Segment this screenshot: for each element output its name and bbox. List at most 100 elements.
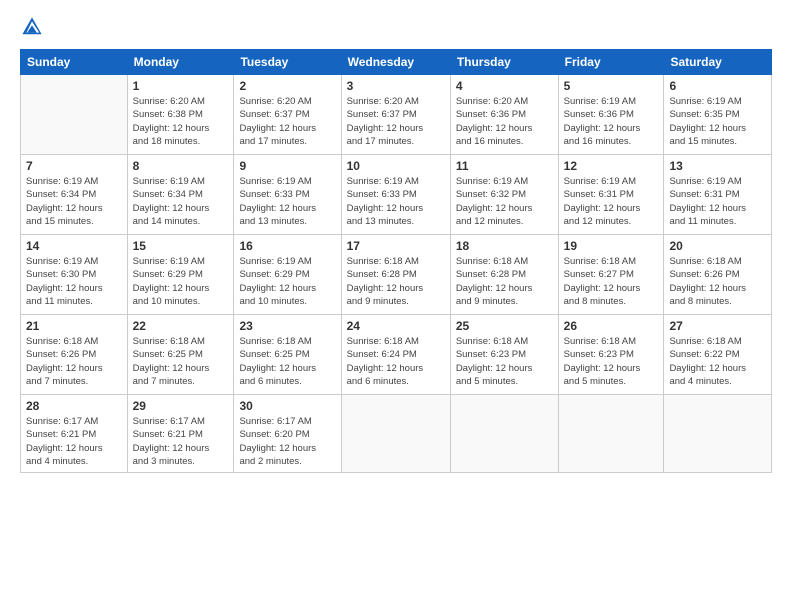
calendar-cell: 21Sunrise: 6:18 AM Sunset: 6:26 PM Dayli…: [21, 315, 128, 395]
calendar-week-row: 28 Sunrise: 6:17 AM Sunset: 6:21 PM Dayli…: [21, 395, 772, 473]
calendar-week-row: 21Sunrise: 6:18 AM Sunset: 6:26 PM Dayli…: [21, 315, 772, 395]
day-number: 28: [26, 399, 122, 413]
calendar-cell: 29 Sunrise: 6:17 AM Sunset: 6:21 PM Dayli…: [127, 395, 234, 473]
day-number: 1: [133, 79, 229, 93]
day-number: 12: [564, 159, 659, 173]
calendar-cell: 14 Sunrise: 6:19 AM Sunset: 6:30 PM Dayli…: [21, 235, 128, 315]
calendar-cell: 22 Sunrise: 6:18 AM Sunset: 6:25 PM Dayli…: [127, 315, 234, 395]
calendar-cell: [341, 395, 450, 473]
day-info: Sunrise: 6:19 AM Sunset: 6:32 PM Dayligh…: [456, 175, 553, 228]
day-number: 25: [456, 319, 553, 333]
calendar-cell: [21, 75, 128, 155]
calendar-cell: 7 Sunrise: 6:19 AM Sunset: 6:34 PM Daylig…: [21, 155, 128, 235]
calendar-cell: 17 Sunrise: 6:18 AM Sunset: 6:28 PM Dayli…: [341, 235, 450, 315]
calendar-week-row: 7 Sunrise: 6:19 AM Sunset: 6:34 PM Daylig…: [21, 155, 772, 235]
day-number: 17: [347, 239, 445, 253]
calendar-cell: 24Sunrise: 6:18 AM Sunset: 6:24 PM Dayli…: [341, 315, 450, 395]
day-number: 2: [239, 79, 335, 93]
calendar-cell: [664, 395, 772, 473]
day-info: Sunrise: 6:18 AM Sunset: 6:22 PM Dayligh…: [669, 335, 766, 388]
day-info: Sunrise: 6:19 AM Sunset: 6:31 PM Dayligh…: [669, 175, 766, 228]
day-number: 8: [133, 159, 229, 173]
calendar-cell: 18 Sunrise: 6:18 AM Sunset: 6:28 PM Dayli…: [450, 235, 558, 315]
day-info: Sunrise: 6:19 AM Sunset: 6:29 PM Dayligh…: [239, 255, 335, 308]
calendar-cell: 26 Sunrise: 6:18 AM Sunset: 6:23 PM Dayli…: [558, 315, 664, 395]
day-number: 18: [456, 239, 553, 253]
day-info: Sunrise: 6:20 AM Sunset: 6:36 PM Dayligh…: [456, 95, 553, 148]
day-number: 4: [456, 79, 553, 93]
day-number: 13: [669, 159, 766, 173]
day-info: Sunrise: 6:19 AM Sunset: 6:31 PM Dayligh…: [564, 175, 659, 228]
calendar-cell: 16 Sunrise: 6:19 AM Sunset: 6:29 PM Dayli…: [234, 235, 341, 315]
calendar-cell: 5 Sunrise: 6:19 AM Sunset: 6:36 PM Daylig…: [558, 75, 664, 155]
day-info: Sunrise: 6:17 AM Sunset: 6:20 PM Dayligh…: [239, 415, 335, 468]
calendar-cell: 27 Sunrise: 6:18 AM Sunset: 6:22 PM Dayli…: [664, 315, 772, 395]
calendar-cell: 30Sunrise: 6:17 AM Sunset: 6:20 PM Dayli…: [234, 395, 341, 473]
calendar-cell: 4 Sunrise: 6:20 AM Sunset: 6:36 PM Daylig…: [450, 75, 558, 155]
day-info: Sunrise: 6:18 AM Sunset: 6:24 PM Dayligh…: [347, 335, 445, 388]
day-number: 20: [669, 239, 766, 253]
day-number: 5: [564, 79, 659, 93]
calendar-week-row: 14 Sunrise: 6:19 AM Sunset: 6:30 PM Dayli…: [21, 235, 772, 315]
calendar-header-sunday: Sunday: [21, 50, 128, 75]
calendar-header-tuesday: Tuesday: [234, 50, 341, 75]
day-number: 14: [26, 239, 122, 253]
calendar-table: SundayMondayTuesdayWednesdayThursdayFrid…: [20, 49, 772, 473]
calendar-cell: [450, 395, 558, 473]
day-number: 7: [26, 159, 122, 173]
day-info: Sunrise: 6:17 AM Sunset: 6:21 PM Dayligh…: [133, 415, 229, 468]
day-info: Sunrise: 6:19 AM Sunset: 6:33 PM Dayligh…: [239, 175, 335, 228]
calendar-page: SundayMondayTuesdayWednesdayThursdayFrid…: [0, 0, 792, 612]
day-number: 21: [26, 319, 122, 333]
day-number: 16: [239, 239, 335, 253]
day-info: Sunrise: 6:18 AM Sunset: 6:25 PM Dayligh…: [133, 335, 229, 388]
calendar-cell: 13 Sunrise: 6:19 AM Sunset: 6:31 PM Dayli…: [664, 155, 772, 235]
calendar-cell: [558, 395, 664, 473]
day-info: Sunrise: 6:17 AM Sunset: 6:21 PM Dayligh…: [26, 415, 122, 468]
calendar-header-monday: Monday: [127, 50, 234, 75]
calendar-cell: 10 Sunrise: 6:19 AM Sunset: 6:33 PM Dayli…: [341, 155, 450, 235]
day-number: 6: [669, 79, 766, 93]
calendar-cell: 23Sunrise: 6:18 AM Sunset: 6:25 PM Dayli…: [234, 315, 341, 395]
day-info: Sunrise: 6:19 AM Sunset: 6:33 PM Dayligh…: [347, 175, 445, 228]
calendar-cell: 19 Sunrise: 6:18 AM Sunset: 6:27 PM Dayli…: [558, 235, 664, 315]
calendar-cell: 9Sunrise: 6:19 AM Sunset: 6:33 PM Daylig…: [234, 155, 341, 235]
day-number: 26: [564, 319, 659, 333]
page-header: [20, 15, 772, 39]
day-number: 27: [669, 319, 766, 333]
calendar-cell: 1 Sunrise: 6:20 AM Sunset: 6:38 PM Daylig…: [127, 75, 234, 155]
day-info: Sunrise: 6:19 AM Sunset: 6:35 PM Dayligh…: [669, 95, 766, 148]
day-info: Sunrise: 6:19 AM Sunset: 6:29 PM Dayligh…: [133, 255, 229, 308]
day-info: Sunrise: 6:18 AM Sunset: 6:26 PM Dayligh…: [669, 255, 766, 308]
calendar-cell: 15Sunrise: 6:19 AM Sunset: 6:29 PM Dayli…: [127, 235, 234, 315]
day-number: 19: [564, 239, 659, 253]
day-number: 23: [239, 319, 335, 333]
day-info: Sunrise: 6:19 AM Sunset: 6:36 PM Dayligh…: [564, 95, 659, 148]
day-info: Sunrise: 6:18 AM Sunset: 6:23 PM Dayligh…: [456, 335, 553, 388]
calendar-header-thursday: Thursday: [450, 50, 558, 75]
calendar-cell: 28 Sunrise: 6:17 AM Sunset: 6:21 PM Dayli…: [21, 395, 128, 473]
day-info: Sunrise: 6:18 AM Sunset: 6:23 PM Dayligh…: [564, 335, 659, 388]
day-number: 22: [133, 319, 229, 333]
day-info: Sunrise: 6:19 AM Sunset: 6:30 PM Dayligh…: [26, 255, 122, 308]
day-number: 10: [347, 159, 445, 173]
logo: [20, 15, 48, 39]
day-info: Sunrise: 6:20 AM Sunset: 6:37 PM Dayligh…: [347, 95, 445, 148]
day-number: 3: [347, 79, 445, 93]
day-info: Sunrise: 6:20 AM Sunset: 6:38 PM Dayligh…: [133, 95, 229, 148]
day-number: 29: [133, 399, 229, 413]
calendar-cell: 20 Sunrise: 6:18 AM Sunset: 6:26 PM Dayli…: [664, 235, 772, 315]
day-info: Sunrise: 6:19 AM Sunset: 6:34 PM Dayligh…: [26, 175, 122, 228]
day-info: Sunrise: 6:20 AM Sunset: 6:37 PM Dayligh…: [239, 95, 335, 148]
day-info: Sunrise: 6:18 AM Sunset: 6:28 PM Dayligh…: [456, 255, 553, 308]
calendar-cell: 11 Sunrise: 6:19 AM Sunset: 6:32 PM Dayli…: [450, 155, 558, 235]
day-info: Sunrise: 6:18 AM Sunset: 6:27 PM Dayligh…: [564, 255, 659, 308]
calendar-header-saturday: Saturday: [664, 50, 772, 75]
calendar-week-row: 1 Sunrise: 6:20 AM Sunset: 6:38 PM Daylig…: [21, 75, 772, 155]
calendar-header-row: SundayMondayTuesdayWednesdayThursdayFrid…: [21, 50, 772, 75]
day-number: 11: [456, 159, 553, 173]
calendar-header-friday: Friday: [558, 50, 664, 75]
day-info: Sunrise: 6:18 AM Sunset: 6:28 PM Dayligh…: [347, 255, 445, 308]
calendar-cell: 12 Sunrise: 6:19 AM Sunset: 6:31 PM Dayli…: [558, 155, 664, 235]
calendar-header-wednesday: Wednesday: [341, 50, 450, 75]
